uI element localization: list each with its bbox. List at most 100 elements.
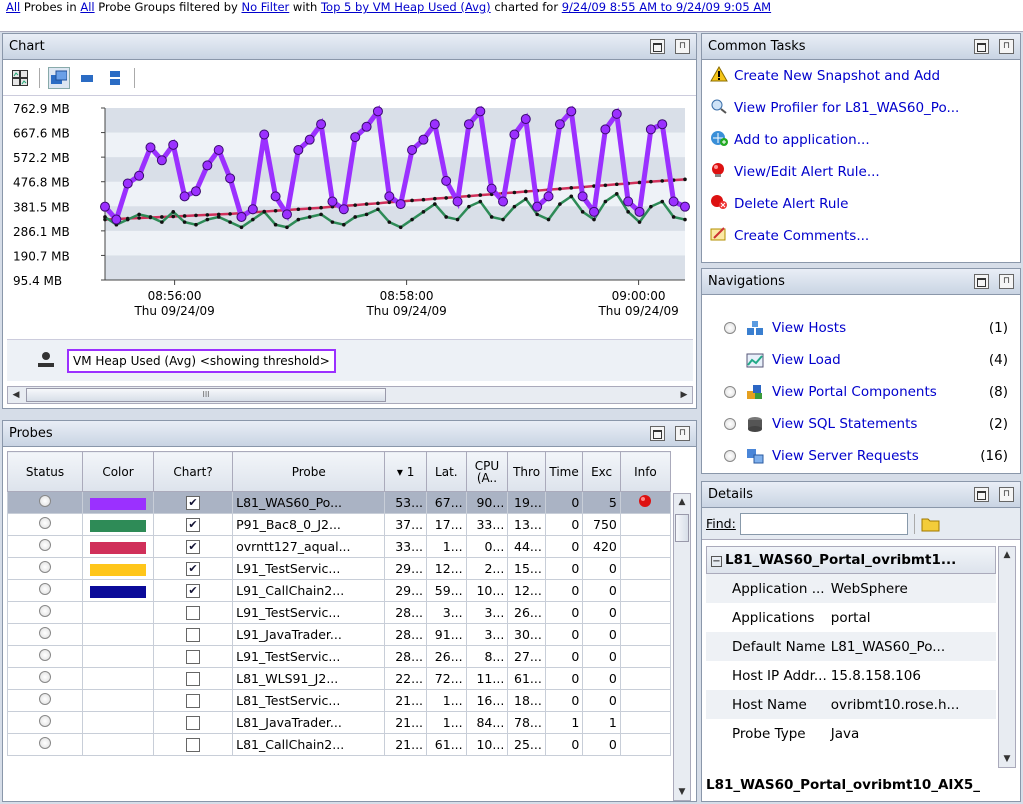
chart-checkbox-cell[interactable]: ✔	[152, 557, 234, 580]
task-label[interactable]: Create New Snapshot and Add	[734, 68, 940, 84]
top-metric-link[interactable]: Top 5 by VM Heap Used (Avg)	[321, 0, 491, 14]
property-row[interactable]: Applications portal	[706, 603, 996, 632]
task-label[interactable]: Delete Alert Rule	[734, 196, 848, 212]
property-row[interactable]: Host Name ovribmt10.rose.h...	[706, 690, 996, 719]
column-header[interactable]: Probe	[232, 451, 386, 492]
task-label[interactable]: Add to application...	[734, 132, 870, 148]
nav-label[interactable]: View SQL Statements	[772, 416, 917, 432]
property-row[interactable]: Host IP Addr... 15.8.158.106	[706, 661, 996, 690]
nav-item[interactable]: View Server Requests (16)	[702, 441, 1020, 471]
table-row[interactable]: L81_WLS91_J2... 22... 72... 11... 61... 0 0	[6, 667, 672, 690]
chart-checkbox[interactable]: ✔	[186, 518, 201, 533]
task-label[interactable]: Create Comments...	[734, 228, 869, 244]
pin-icon[interactable]: ⊓	[675, 39, 690, 54]
table-row[interactable]: L91_JavaTrader... 28... 91... 3... 30... 0 0	[6, 623, 672, 646]
nav-radio[interactable]	[724, 322, 736, 334]
maximize-icon[interactable]	[974, 39, 989, 54]
chart-checkbox-cell[interactable]	[152, 623, 234, 646]
chart-checkbox[interactable]	[186, 606, 201, 621]
table-row[interactable]: L91_TestServic... 28... 3... 3... 26... 0 0	[6, 601, 672, 624]
scroll-down-icon[interactable]: ▼	[999, 751, 1015, 767]
stacked-chart-icon[interactable]	[104, 67, 126, 89]
maximize-icon[interactable]	[974, 487, 989, 502]
collapse-icon[interactable]: −	[711, 556, 722, 567]
all-probes-link[interactable]: All	[6, 0, 20, 14]
chart-checkbox-cell[interactable]: ✔	[152, 579, 234, 602]
single-chart-icon[interactable]	[76, 67, 98, 89]
nav-item[interactable]: View Load (4)	[702, 345, 1020, 375]
nav-item[interactable]: View Portal Components (8)	[702, 377, 1020, 407]
task-item[interactable]: View Profiler for L81_WAS60_Po...	[702, 92, 1020, 124]
nav-item[interactable]: View Hosts (1)	[702, 313, 1020, 343]
pin-icon[interactable]: ⊓	[999, 39, 1014, 54]
grid-layout-icon[interactable]	[9, 67, 31, 89]
probes-vertical-scrollbar[interactable]: ▲ ▼	[673, 493, 691, 801]
nav-item[interactable]: View SQL Statements (2)	[702, 409, 1020, 439]
scroll-down-icon[interactable]: ▼	[674, 784, 690, 800]
table-row[interactable]: ✔ ovrntt127_aqual... 33... 1... 0... 44... 0 42…	[6, 535, 672, 558]
chart-checkbox-cell[interactable]	[152, 601, 234, 624]
chart-checkbox-cell[interactable]	[152, 667, 234, 690]
table-row[interactable]: ✔ L91_CallChain2... 29... 59... 10... 12... 0 0	[6, 579, 672, 602]
nav-label[interactable]: View Server Requests	[772, 448, 919, 464]
scroll-left-icon[interactable]: ◀	[8, 387, 24, 403]
scroll-right-icon[interactable]: ▶	[676, 387, 692, 403]
pin-icon[interactable]: ⊓	[999, 487, 1014, 502]
scroll-up-icon[interactable]: ▲	[999, 547, 1015, 563]
task-label[interactable]: View Profiler for L81_WAS60_Po...	[734, 100, 959, 116]
chart-checkbox[interactable]	[186, 672, 201, 687]
chart-checkbox[interactable]	[186, 694, 201, 709]
chart-checkbox-cell[interactable]	[152, 711, 234, 734]
property-row[interactable]: Default Name L81_WAS60_Po...	[706, 632, 996, 661]
chart-checkbox[interactable]	[186, 650, 201, 665]
column-header[interactable]: Info	[619, 451, 672, 492]
alert-icon[interactable]	[637, 493, 653, 509]
task-item[interactable]: Delete Alert Rule	[702, 188, 1020, 220]
table-row[interactable]: ✔ L81_WAS60_Po... 53... 67... 90... 19... 0 5	[6, 491, 672, 514]
property-row[interactable]: Probe Type Java	[706, 719, 996, 748]
find-input[interactable]	[739, 512, 908, 535]
nav-radio[interactable]	[724, 418, 736, 430]
task-item[interactable]: View/Edit Alert Rule...	[702, 156, 1020, 188]
scroll-thumb[interactable]: III	[26, 388, 386, 402]
legend-selected-metric[interactable]: VM Heap Used (Avg) <showing threshold>	[67, 349, 336, 373]
column-header[interactable]: Exc	[582, 451, 621, 492]
nav-label[interactable]: View Portal Components	[772, 384, 937, 400]
task-label[interactable]: View/Edit Alert Rule...	[734, 164, 880, 180]
property-row[interactable]: Application ... WebSphere	[706, 574, 996, 603]
filter-link[interactable]: No Filter	[241, 0, 289, 14]
chart-checkbox-cell[interactable]: ✔	[152, 535, 234, 558]
scroll-up-icon[interactable]: ▲	[674, 494, 690, 510]
column-header[interactable]: CPU (A..	[465, 451, 509, 492]
table-row[interactable]: L81_TestServic... 21... 1... 16... 18... 0 0	[6, 689, 672, 712]
chart-horizontal-scrollbar[interactable]: ◀ III ▶	[7, 386, 693, 404]
chart-checkbox-cell[interactable]	[152, 689, 234, 712]
table-row[interactable]: L81_JavaTrader... 21... 1... 84... 78... 1 1	[6, 711, 672, 734]
heap-line-chart[interactable]: 762.9 MB 667.6 MB 572.2 MB 476.8 MB 381.5 MB…	[7, 102, 693, 338]
nav-radio[interactable]	[724, 450, 736, 462]
details-vertical-scrollbar[interactable]: ▲ ▼	[998, 546, 1016, 768]
all-groups-link[interactable]: All	[80, 0, 94, 14]
chart-checkbox-cell[interactable]: ✔	[152, 513, 234, 536]
table-row[interactable]: L81_CallChain2... 21... 61... 10... 25... 0 0	[6, 733, 672, 756]
column-header[interactable]: Color	[82, 451, 154, 492]
chart-checkbox[interactable]: ✔	[186, 496, 201, 511]
column-header[interactable]: Status	[6, 451, 84, 492]
column-header[interactable]: Time	[544, 451, 584, 492]
chart-checkbox-cell[interactable]	[152, 733, 234, 756]
pin-icon[interactable]: ⊓	[999, 274, 1014, 289]
table-row[interactable]: L91_TestServic... 28... 26... 8... 27... 0 0	[6, 645, 672, 668]
nav-label[interactable]: View Hosts	[772, 320, 846, 336]
folder-icon[interactable]	[921, 515, 941, 533]
task-item[interactable]: Create Comments...	[702, 220, 1020, 252]
details-group-header[interactable]: − L81_WAS60_Portal_ovribmt1...	[706, 546, 996, 574]
pin-icon[interactable]: ⊓	[675, 426, 690, 441]
task-item[interactable]: Add to application...	[702, 124, 1020, 156]
chart-checkbox[interactable]: ✔	[186, 584, 201, 599]
chart-checkbox[interactable]: ✔	[186, 540, 201, 555]
chart-checkbox[interactable]	[186, 628, 201, 643]
column-header[interactable]: ▾ 1	[384, 451, 428, 492]
maximize-icon[interactable]	[650, 39, 665, 54]
chart-checkbox[interactable]	[186, 738, 201, 753]
overlay-chart-icon[interactable]	[48, 66, 70, 89]
